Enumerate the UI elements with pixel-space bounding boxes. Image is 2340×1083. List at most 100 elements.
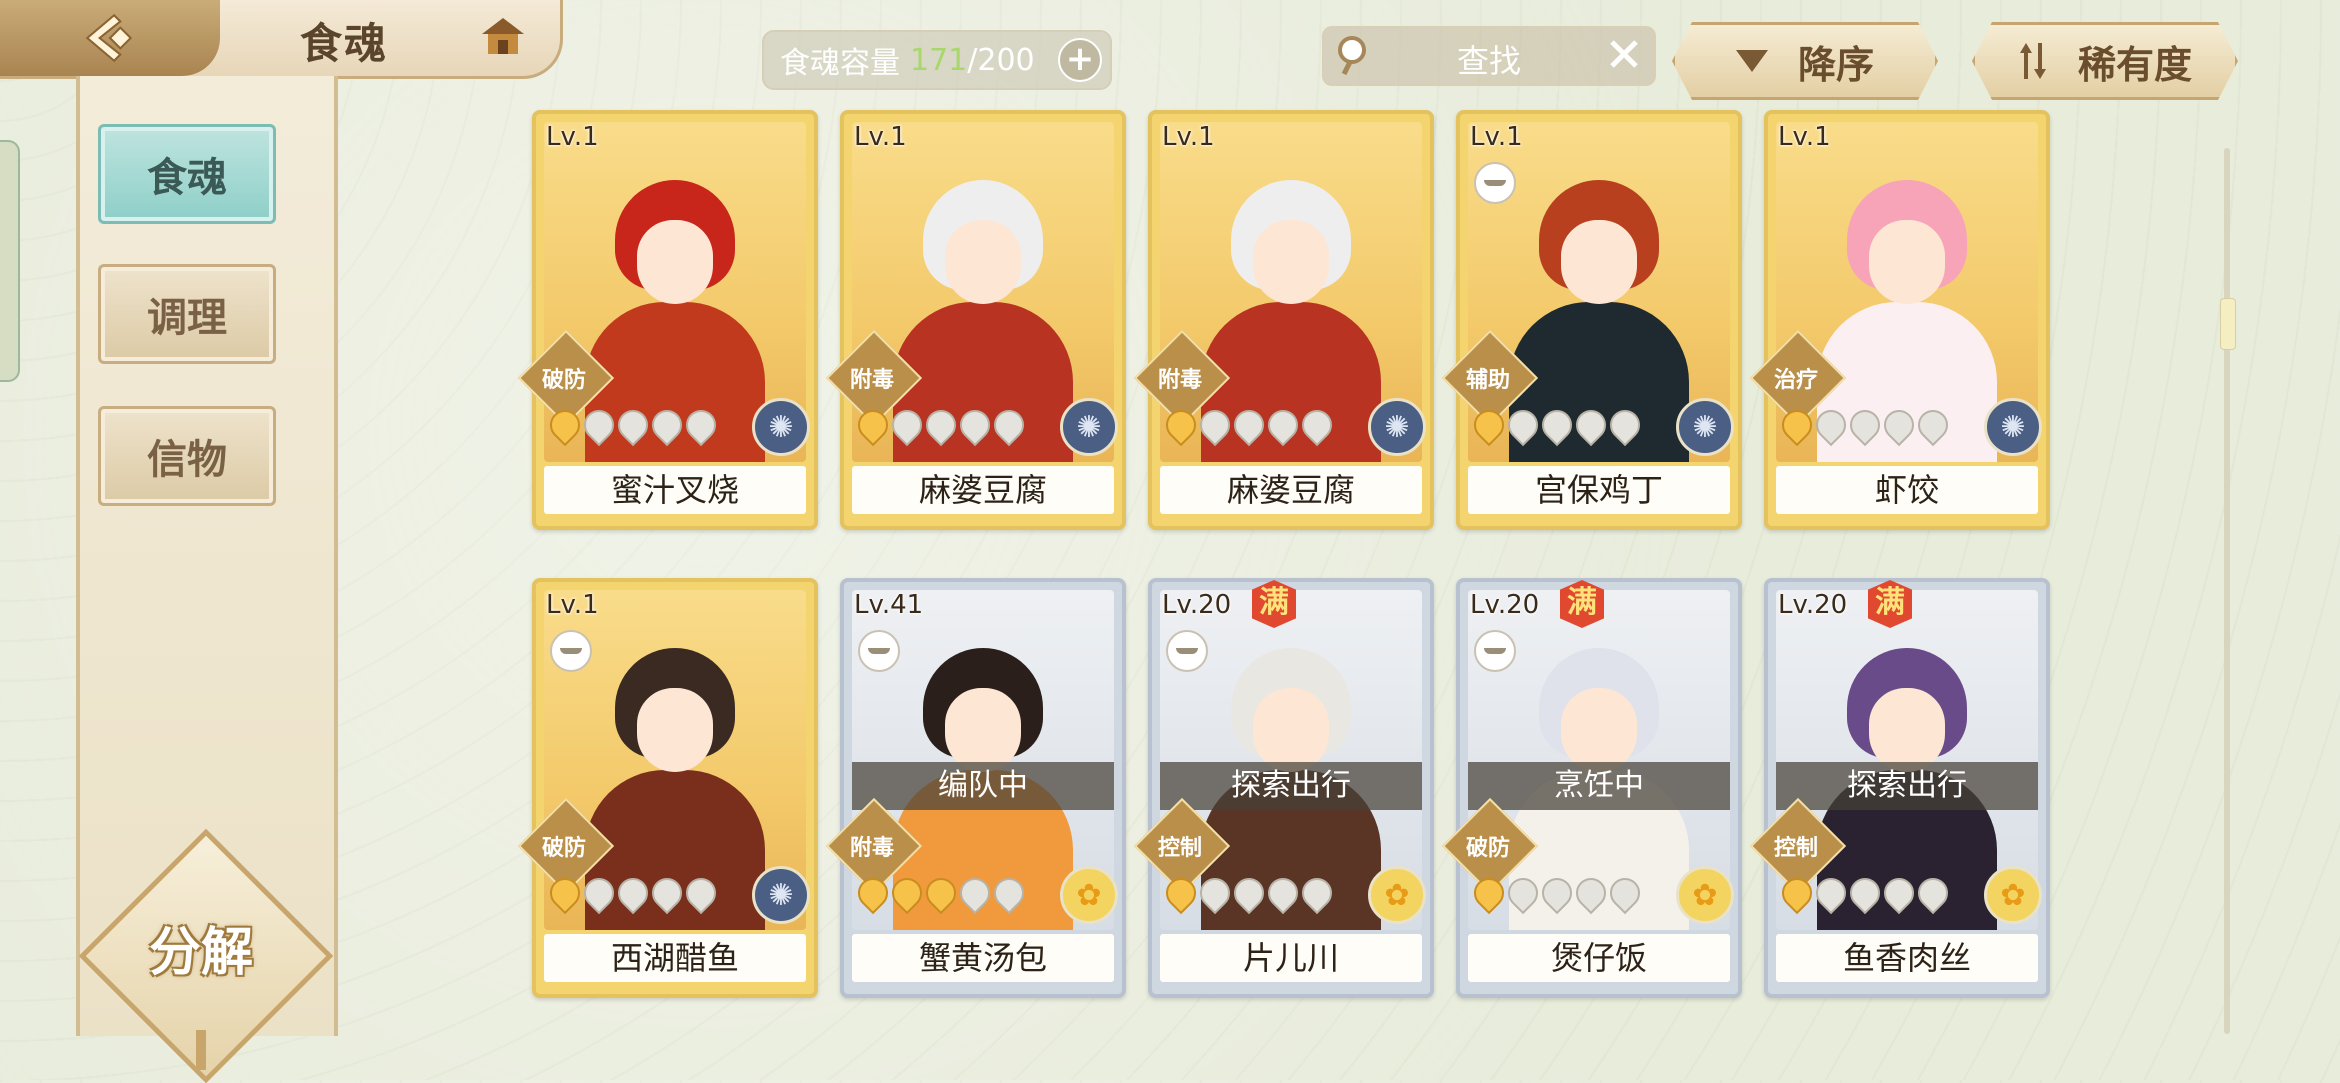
star-icon <box>919 403 963 447</box>
food-soul-card[interactable]: Lv.1 附毒 ✺ 麻婆豆腐 <box>1133 110 1434 530</box>
flower-icon: ✺ <box>752 866 810 924</box>
level-label: Lv.1 <box>546 122 599 152</box>
flower-icon: ✿ <box>1060 866 1118 924</box>
level-label: Lv.1 <box>1162 122 1215 152</box>
star-rating <box>1775 871 1955 915</box>
star-rating <box>851 403 1031 447</box>
role-label: 控制 <box>1773 836 1818 861</box>
character-name: 虾饺 <box>1776 466 2038 514</box>
star-icon <box>885 403 929 447</box>
bowl-icon <box>1474 162 1516 204</box>
star-rating <box>1467 871 1647 915</box>
star-icon <box>851 871 895 915</box>
star-icon <box>1809 403 1853 447</box>
flower-icon: ✿ <box>1676 866 1734 924</box>
role-label: 附毒 <box>849 836 894 861</box>
sort-order-button[interactable]: 降序 <box>1672 22 1938 100</box>
star-rating <box>1159 403 1339 447</box>
level-label: Lv.20 <box>1470 590 1540 620</box>
max-level-badge: 满 <box>1560 580 1604 628</box>
star-rating <box>543 403 723 447</box>
star-icon <box>1535 403 1579 447</box>
sort-order-label: 降序 <box>1797 42 1874 87</box>
star-icon <box>1911 403 1955 447</box>
food-soul-card[interactable]: Lv.1 破防 ✺ 蜜汁叉烧 <box>517 110 818 530</box>
level-label: Lv.1 <box>1470 122 1523 152</box>
food-soul-card[interactable]: Lv.20 满烹饪中 破防 ✿ 煲仔饭 <box>1441 578 1742 998</box>
star-icon <box>611 403 655 447</box>
star-icon <box>1295 871 1339 915</box>
figure-face <box>945 688 1021 772</box>
figure-face <box>637 688 713 772</box>
character-name: 煲仔饭 <box>1468 934 1730 982</box>
tab-token[interactable]: 信物 <box>98 406 276 506</box>
star-icon <box>543 403 587 447</box>
title-bar: 食魂 <box>0 0 563 79</box>
bowl-icon <box>1474 630 1516 672</box>
star-icon <box>1877 403 1921 447</box>
role-label: 附毒 <box>1157 368 1202 393</box>
flower-icon: ✺ <box>1368 398 1426 456</box>
character-name: 片儿川 <box>1160 934 1422 982</box>
star-icon <box>851 403 895 447</box>
star-icon <box>953 403 997 447</box>
decompose-label[interactable]: 分解 <box>116 910 286 985</box>
character-name: 麻婆豆腐 <box>1160 466 1422 514</box>
tab-food-soul[interactable]: 食魂 <box>98 124 276 224</box>
star-icon <box>1227 403 1271 447</box>
figure-face <box>1253 688 1329 772</box>
search-input[interactable]: 查找 <box>1322 26 1656 86</box>
character-name: 麻婆豆腐 <box>852 466 1114 514</box>
food-soul-card[interactable]: Lv.20 满探索出行 控制 ✿ 鱼香肉丝 <box>1749 578 2050 998</box>
food-soul-card[interactable]: Lv.1 治疗 ✺ 虾饺 <box>1749 110 2050 530</box>
level-label: Lv.20 <box>1162 590 1232 620</box>
tab-label: 信物 <box>147 437 227 483</box>
level-label: Lv.1 <box>1778 122 1831 152</box>
star-icon <box>1467 403 1511 447</box>
food-soul-card[interactable]: Lv.41 编队中 附毒 ✿ 蟹黄汤包 <box>825 578 1126 998</box>
triangle-down-icon <box>1736 50 1768 72</box>
food-soul-card[interactable]: Lv.1 破防 ✺ 西湖醋鱼 <box>517 578 818 998</box>
star-icon <box>1261 871 1305 915</box>
flower-icon: ✺ <box>1676 398 1734 456</box>
star-icon <box>1295 403 1339 447</box>
scrollbar-thumb[interactable] <box>2220 298 2236 350</box>
page-title: 食魂 <box>300 19 389 68</box>
food-soul-card[interactable]: Lv.20 满探索出行 控制 ✿ 片儿川 <box>1133 578 1434 998</box>
star-icon <box>1603 403 1647 447</box>
star-icon <box>645 871 689 915</box>
scrollbar[interactable] <box>2220 148 2236 1034</box>
star-icon <box>679 403 723 447</box>
tab-recipe[interactable]: 调理 <box>98 264 276 364</box>
role-label: 破防 <box>1465 836 1510 861</box>
sort-by-button[interactable]: 稀有度 <box>1972 22 2238 100</box>
capacity-max: /200 <box>967 42 1035 78</box>
food-soul-card[interactable]: Lv.1 附毒 ✺ 麻婆豆腐 <box>825 110 1126 530</box>
star-rating <box>1775 403 1955 447</box>
max-level-badge: 满 <box>1252 580 1296 628</box>
food-soul-card[interactable]: Lv.1 辅助 ✺ 宫保鸡丁 <box>1441 110 1742 530</box>
side-drawer-handle[interactable] <box>0 140 20 382</box>
level-label: Lv.41 <box>854 590 924 620</box>
star-icon <box>919 871 963 915</box>
status-banner: 探索出行 <box>1776 762 2038 810</box>
star-icon <box>1261 403 1305 447</box>
star-icon <box>953 871 997 915</box>
star-icon <box>1569 871 1613 915</box>
star-icon <box>1569 403 1613 447</box>
star-icon <box>611 871 655 915</box>
bowl-icon <box>1166 630 1208 672</box>
add-capacity-button[interactable]: + <box>1058 38 1102 82</box>
star-rating <box>543 871 723 915</box>
tassel-decoration <box>196 1030 206 1070</box>
star-icon <box>1501 871 1545 915</box>
flower-icon: ✺ <box>752 398 810 456</box>
capacity-label: 食魂容量 <box>780 46 900 81</box>
character-name: 宫保鸡丁 <box>1468 466 1730 514</box>
home-icon[interactable] <box>478 12 528 62</box>
back-button[interactable] <box>0 0 220 76</box>
star-icon <box>1193 403 1237 447</box>
figure-face <box>1869 688 1945 772</box>
star-icon <box>1603 871 1647 915</box>
close-icon[interactable] <box>1606 36 1642 72</box>
